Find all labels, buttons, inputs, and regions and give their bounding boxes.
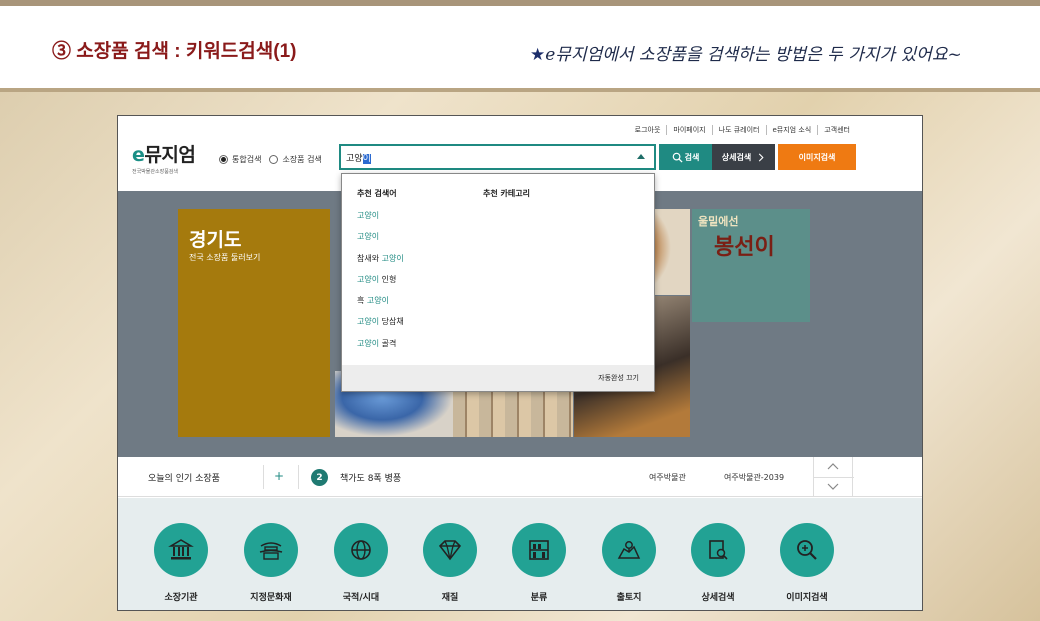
- poster-top-text: 울밑에선: [698, 215, 739, 228]
- suggest-item[interactable]: 흑 고양이: [357, 295, 404, 316]
- category-institution[interactable]: 소장기관: [141, 523, 221, 603]
- popular-ticker: 오늘의 인기 소장품 + 2 책가도 8폭 병풍 여주박물관 여주박물관-203…: [118, 457, 922, 497]
- site-logo[interactable]: e뮤지엄 전국박물관소장품검색: [132, 140, 196, 175]
- category-detail-search[interactable]: 상세검색: [678, 523, 758, 603]
- suggest-item[interactable]: 고양이 당삼채: [357, 316, 404, 337]
- suggest-list: 고양이 고양이 참새와 고양이 고양이 인형 흑 고양이 고양이 당삼채 고양이…: [357, 210, 404, 359]
- search-icon: [672, 152, 683, 163]
- caret-up-icon[interactable]: [637, 154, 645, 159]
- divider: [298, 465, 299, 489]
- ticker-arrows: [813, 457, 854, 497]
- document-search-icon: [691, 523, 745, 577]
- category-shortcuts: 소장기관 지정문화재 국적/시대 재질 분류 출토지 상세검색 이미지검색: [118, 498, 922, 610]
- suggest-item[interactable]: 고양이 골격: [357, 338, 404, 359]
- ticker-item-title[interactable]: 책가도 8폭 병풍: [340, 471, 401, 484]
- map-pin-icon: [602, 523, 656, 577]
- chevron-up-icon[interactable]: [827, 461, 839, 473]
- diamond-icon: [423, 523, 477, 577]
- shelf-icon: [512, 523, 566, 577]
- chevron-down-icon[interactable]: [827, 480, 839, 492]
- image-search-label: 이미지검색: [798, 152, 836, 162]
- radio-all[interactable]: [219, 155, 228, 164]
- region-subtitle: 전국 소장품 둘러보기: [189, 253, 261, 262]
- suggest-item[interactable]: 고양이 인형: [357, 274, 404, 295]
- suggest-item[interactable]: 고양이: [357, 231, 404, 252]
- slide-header: ③ 소장품 검색 : 키워드검색(1) ★e뮤지엄에서 소장품을 검색하는 방법…: [0, 0, 1040, 92]
- search-input[interactable]: 고양이: [339, 144, 656, 170]
- star-icon: ★: [530, 45, 546, 65]
- suggest-item[interactable]: 참새와 고양이: [357, 253, 404, 274]
- detail-search-button[interactable]: 상세검색: [712, 144, 775, 170]
- search-button[interactable]: 검색: [659, 144, 712, 170]
- logo-text: 뮤지엄: [144, 144, 196, 166]
- chevron-right-icon: [759, 153, 764, 161]
- slide-note: ★e뮤지엄에서 소장품을 검색하는 방법은 두 가지가 있어요~: [530, 40, 962, 65]
- category-excavation[interactable]: 출토지: [589, 523, 669, 603]
- category-heritage[interactable]: 지정문화재: [231, 523, 311, 603]
- region-card[interactable]: 경기도 전국 소장품 둘러보기: [178, 209, 330, 437]
- region-title: 경기도: [189, 229, 242, 251]
- ticker-label: 오늘의 인기 소장품: [148, 474, 220, 484]
- search-text: 고양이: [346, 151, 371, 164]
- search-button-label: 검색: [684, 152, 700, 162]
- ticker-item-org: 여주박물관: [649, 473, 686, 482]
- logo-e: e: [132, 144, 145, 166]
- category-material[interactable]: 재질: [410, 523, 490, 603]
- utility-nav: 로그아웃 마이페이지 나도 큐레이터 e뮤지엄 소식 고객센터: [629, 125, 856, 135]
- nav-news[interactable]: e뮤지엄 소식: [765, 125, 818, 135]
- globe-icon: [334, 523, 388, 577]
- category-classification[interactable]: 분류: [499, 523, 579, 603]
- radio-collection-label: 소장품 검색: [282, 155, 322, 164]
- category-heading: 추천 카테고리: [483, 189, 530, 198]
- poster-title: 봉선이: [714, 235, 775, 260]
- autocomplete-off-button[interactable]: 자동완성 끄기: [598, 373, 639, 383]
- suggest-heading: 추천 검색어: [357, 189, 397, 198]
- nav-curator[interactable]: 나도 큐레이터: [711, 125, 766, 135]
- divider: [814, 477, 854, 478]
- radio-collection[interactable]: [269, 155, 279, 164]
- radio-all-label: 통합검색: [232, 155, 262, 164]
- category-nation-era[interactable]: 국적/시대: [321, 523, 401, 603]
- emuseum-screenshot: 로그아웃 마이페이지 나도 큐레이터 e뮤지엄 소식 고객센터 e뮤지엄 전국박…: [117, 115, 923, 611]
- detail-search-label: 상세검색: [721, 152, 752, 162]
- zoom-icon: [780, 523, 834, 577]
- dropdown-footer: 자동완성 끄기: [342, 365, 654, 391]
- slide-title: ③ 소장품 검색 : 키워드검색(1): [52, 41, 297, 62]
- logo-subtitle: 전국박물관소장품검색: [132, 169, 179, 175]
- search-text-selected: 이: [362, 154, 371, 164]
- rank-badge: 2: [311, 469, 328, 486]
- nav-mypage[interactable]: 마이페이지: [666, 125, 711, 135]
- autocomplete-dropdown: 추천 검색어 추천 카테고리 고양이 고양이 참새와 고양이 고양이 인형 흑 …: [341, 173, 655, 392]
- nav-logout[interactable]: 로그아웃: [629, 125, 667, 135]
- suggest-item[interactable]: 고양이: [357, 210, 404, 231]
- ticker-item-code: 여주박물관-2039: [724, 473, 785, 482]
- poster-image[interactable]: 울밑에선 봉선이: [692, 209, 810, 322]
- divider: [263, 465, 264, 489]
- nav-support[interactable]: 고객센터: [817, 125, 856, 135]
- category-image-search[interactable]: 이미지검색: [767, 523, 847, 603]
- museum-icon: [154, 523, 208, 577]
- more-button[interactable]: +: [274, 469, 284, 483]
- search-text-prefix: 고양: [346, 154, 363, 164]
- slide-note-text: e뮤지엄에서 소장품을 검색하는 방법은 두 가지가 있어요~: [545, 45, 962, 65]
- search-mode: 통합검색 소장품 검색: [219, 154, 330, 165]
- image-search-button[interactable]: 이미지검색: [778, 144, 856, 170]
- pavilion-icon: [244, 523, 298, 577]
